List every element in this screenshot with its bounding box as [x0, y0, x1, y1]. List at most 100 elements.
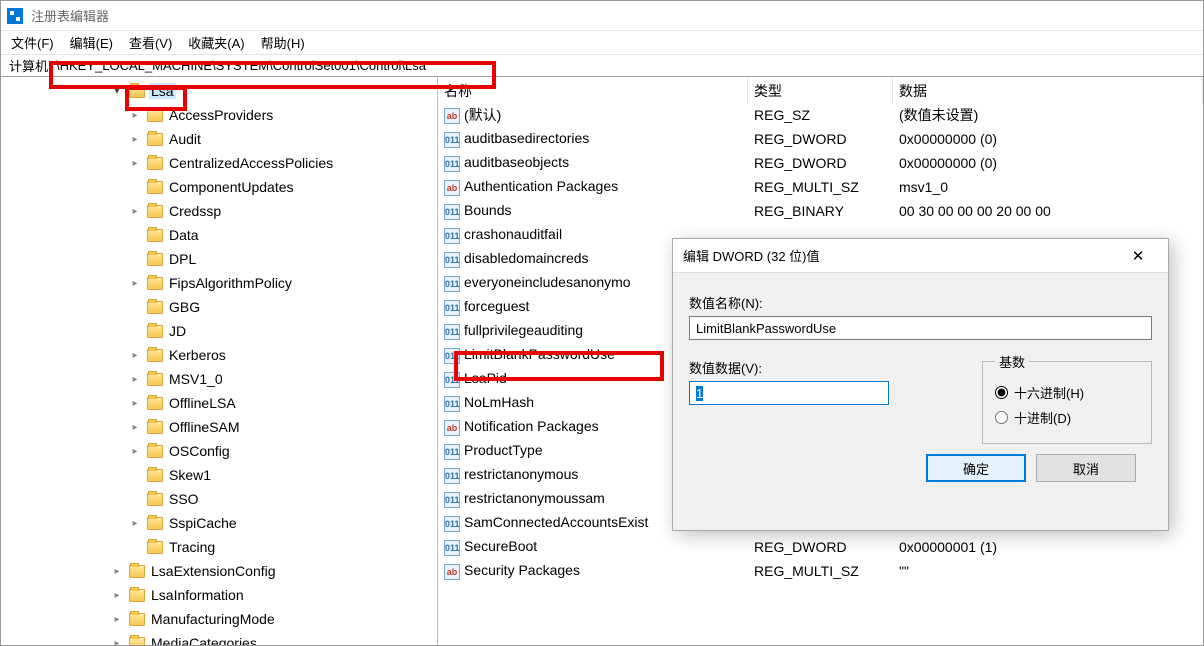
close-icon[interactable]: ✕: [1118, 247, 1158, 265]
value-type: REG_MULTI_SZ: [748, 179, 893, 195]
value-data: 0x00000000 (0): [893, 131, 1203, 147]
tree-item-componentupdates[interactable]: ComponentUpdates: [1, 175, 437, 199]
tree-label: CentralizedAccessPolicies: [167, 155, 335, 171]
folder-icon: [147, 541, 163, 554]
menu-edit[interactable]: 编辑(E): [70, 33, 113, 52]
tree-item-kerberos[interactable]: Kerberos: [1, 343, 437, 367]
tree-item-sso[interactable]: SSO: [1, 487, 437, 511]
tree-item-skew1[interactable]: Skew1: [1, 463, 437, 487]
tree-item-lsa[interactable]: Lsa: [1, 79, 437, 103]
radix-group: 基数 十六进制(H) 十进制(D): [982, 352, 1152, 444]
list-header: 名称 类型 数据: [438, 77, 1203, 103]
addressbar-path[interactable]: \HKEY_LOCAL_MACHINE\SYSTEM\ControlSet001…: [52, 58, 1203, 73]
expander-icon[interactable]: [127, 278, 143, 289]
value-name-field[interactable]: [689, 316, 1152, 340]
expander-icon[interactable]: [109, 638, 125, 646]
expander-icon[interactable]: [127, 206, 143, 217]
expander-icon[interactable]: [127, 446, 143, 457]
expander-icon[interactable]: [109, 86, 125, 97]
tree-item-data[interactable]: Data: [1, 223, 437, 247]
tree-item-mediacategories[interactable]: MediaCategories: [1, 631, 437, 645]
expander-icon[interactable]: [127, 422, 143, 433]
list-row[interactable]: 011auditbaseobjectsREG_DWORD0x00000000 (…: [438, 151, 1203, 175]
cancel-button[interactable]: 取消: [1036, 454, 1136, 482]
value-data: 0x00000000 (0): [893, 155, 1203, 171]
string-value-icon: ab: [444, 420, 460, 436]
folder-icon: [147, 109, 163, 122]
folder-icon: [147, 493, 163, 506]
list-row[interactable]: abSecurity PackagesREG_MULTI_SZ"": [438, 559, 1203, 583]
list-row[interactable]: abAuthentication PackagesREG_MULTI_SZmsv…: [438, 175, 1203, 199]
expander-icon[interactable]: [127, 350, 143, 361]
col-header-data[interactable]: 数据: [893, 77, 1203, 103]
value-data-field[interactable]: [689, 381, 889, 405]
dword-value-icon: 011: [444, 156, 460, 172]
tree-label: Lsa: [149, 83, 176, 99]
tree-item-fipsalgorithmpolicy[interactable]: FipsAlgorithmPolicy: [1, 271, 437, 295]
expander-icon[interactable]: [109, 614, 125, 625]
folder-icon: [147, 205, 163, 218]
tree-item-sspicache[interactable]: SspiCache: [1, 511, 437, 535]
value-type: REG_SZ: [748, 107, 893, 123]
dialog-titlebar: 编辑 DWORD (32 位)值 ✕: [673, 239, 1168, 273]
value-type: REG_MULTI_SZ: [748, 563, 893, 579]
radix-dec[interactable]: [995, 411, 1008, 424]
tree-item-credssp[interactable]: Credssp: [1, 199, 437, 223]
tree-item-tracing[interactable]: Tracing: [1, 535, 437, 559]
value-name: restrictanonymous: [464, 466, 578, 482]
tree-item-offlinelsa[interactable]: OfflineLSA: [1, 391, 437, 415]
folder-icon: [147, 373, 163, 386]
expander-icon[interactable]: [109, 566, 125, 577]
tree-label: Audit: [167, 131, 203, 147]
tree-label: ManufacturingMode: [149, 611, 277, 627]
folder-icon: [129, 85, 145, 98]
folder-icon: [147, 133, 163, 146]
value-name: everyoneincludesanonymo: [464, 274, 631, 290]
tree-item-dpl[interactable]: DPL: [1, 247, 437, 271]
tree-item-lsainformation[interactable]: LsaInformation: [1, 583, 437, 607]
tree-item-lsaextensionconfig[interactable]: LsaExtensionConfig: [1, 559, 437, 583]
list-row[interactable]: 011BoundsREG_BINARY00 30 00 00 00 20 00 …: [438, 199, 1203, 223]
tree-item-msv1_0[interactable]: MSV1_0: [1, 367, 437, 391]
list-row[interactable]: 011auditbasedirectoriesREG_DWORD0x000000…: [438, 127, 1203, 151]
radix-label: 基数: [995, 352, 1029, 371]
expander-icon[interactable]: [127, 374, 143, 385]
expander-icon[interactable]: [127, 110, 143, 121]
tree-item-gbg[interactable]: GBG: [1, 295, 437, 319]
tree-item-jd[interactable]: JD: [1, 319, 437, 343]
expander-icon[interactable]: [109, 590, 125, 601]
ok-button[interactable]: 确定: [926, 454, 1026, 482]
dialog-title: 编辑 DWORD (32 位)值: [683, 246, 1118, 265]
tree-item-offlinesam[interactable]: OfflineSAM: [1, 415, 437, 439]
tree-label: DPL: [167, 251, 198, 267]
value-name: Bounds: [464, 202, 511, 218]
expander-icon[interactable]: [127, 158, 143, 169]
list-row[interactable]: 011SecureBootREG_DWORD0x00000001 (1): [438, 535, 1203, 559]
menu-help[interactable]: 帮助(H): [261, 33, 305, 52]
list-row[interactable]: ab(默认)REG_SZ(数值未设置): [438, 103, 1203, 127]
value-name: LimitBlankPasswordUse: [464, 346, 615, 362]
radix-hex[interactable]: [995, 386, 1008, 399]
expander-icon[interactable]: [127, 518, 143, 529]
folder-icon: [147, 469, 163, 482]
col-header-type[interactable]: 类型: [748, 77, 893, 103]
tree-label: ComponentUpdates: [167, 179, 296, 195]
tree-item-centralizedaccesspolicies[interactable]: CentralizedAccessPolicies: [1, 151, 437, 175]
tree-item-osconfig[interactable]: OSConfig: [1, 439, 437, 463]
value-type: REG_DWORD: [748, 131, 893, 147]
expander-icon[interactable]: [127, 398, 143, 409]
dword-value-icon: 011: [444, 348, 460, 364]
tree-item-accessproviders[interactable]: AccessProviders: [1, 103, 437, 127]
menu-file[interactable]: 文件(F): [11, 33, 54, 52]
value-data: msv1_0: [893, 179, 1203, 195]
folder-icon: [147, 157, 163, 170]
tree-item-manufacturingmode[interactable]: ManufacturingMode: [1, 607, 437, 631]
value-name: Notification Packages: [464, 418, 599, 434]
tree-item-audit[interactable]: Audit: [1, 127, 437, 151]
menu-fav[interactable]: 收藏夹(A): [188, 33, 244, 52]
dword-value-icon: 011: [444, 444, 460, 460]
menu-view[interactable]: 查看(V): [129, 33, 172, 52]
tree-pane[interactable]: Lsa AccessProviders Audit CentralizedAccess…: [1, 77, 438, 645]
col-header-name[interactable]: 名称: [438, 77, 748, 103]
expander-icon[interactable]: [127, 134, 143, 145]
